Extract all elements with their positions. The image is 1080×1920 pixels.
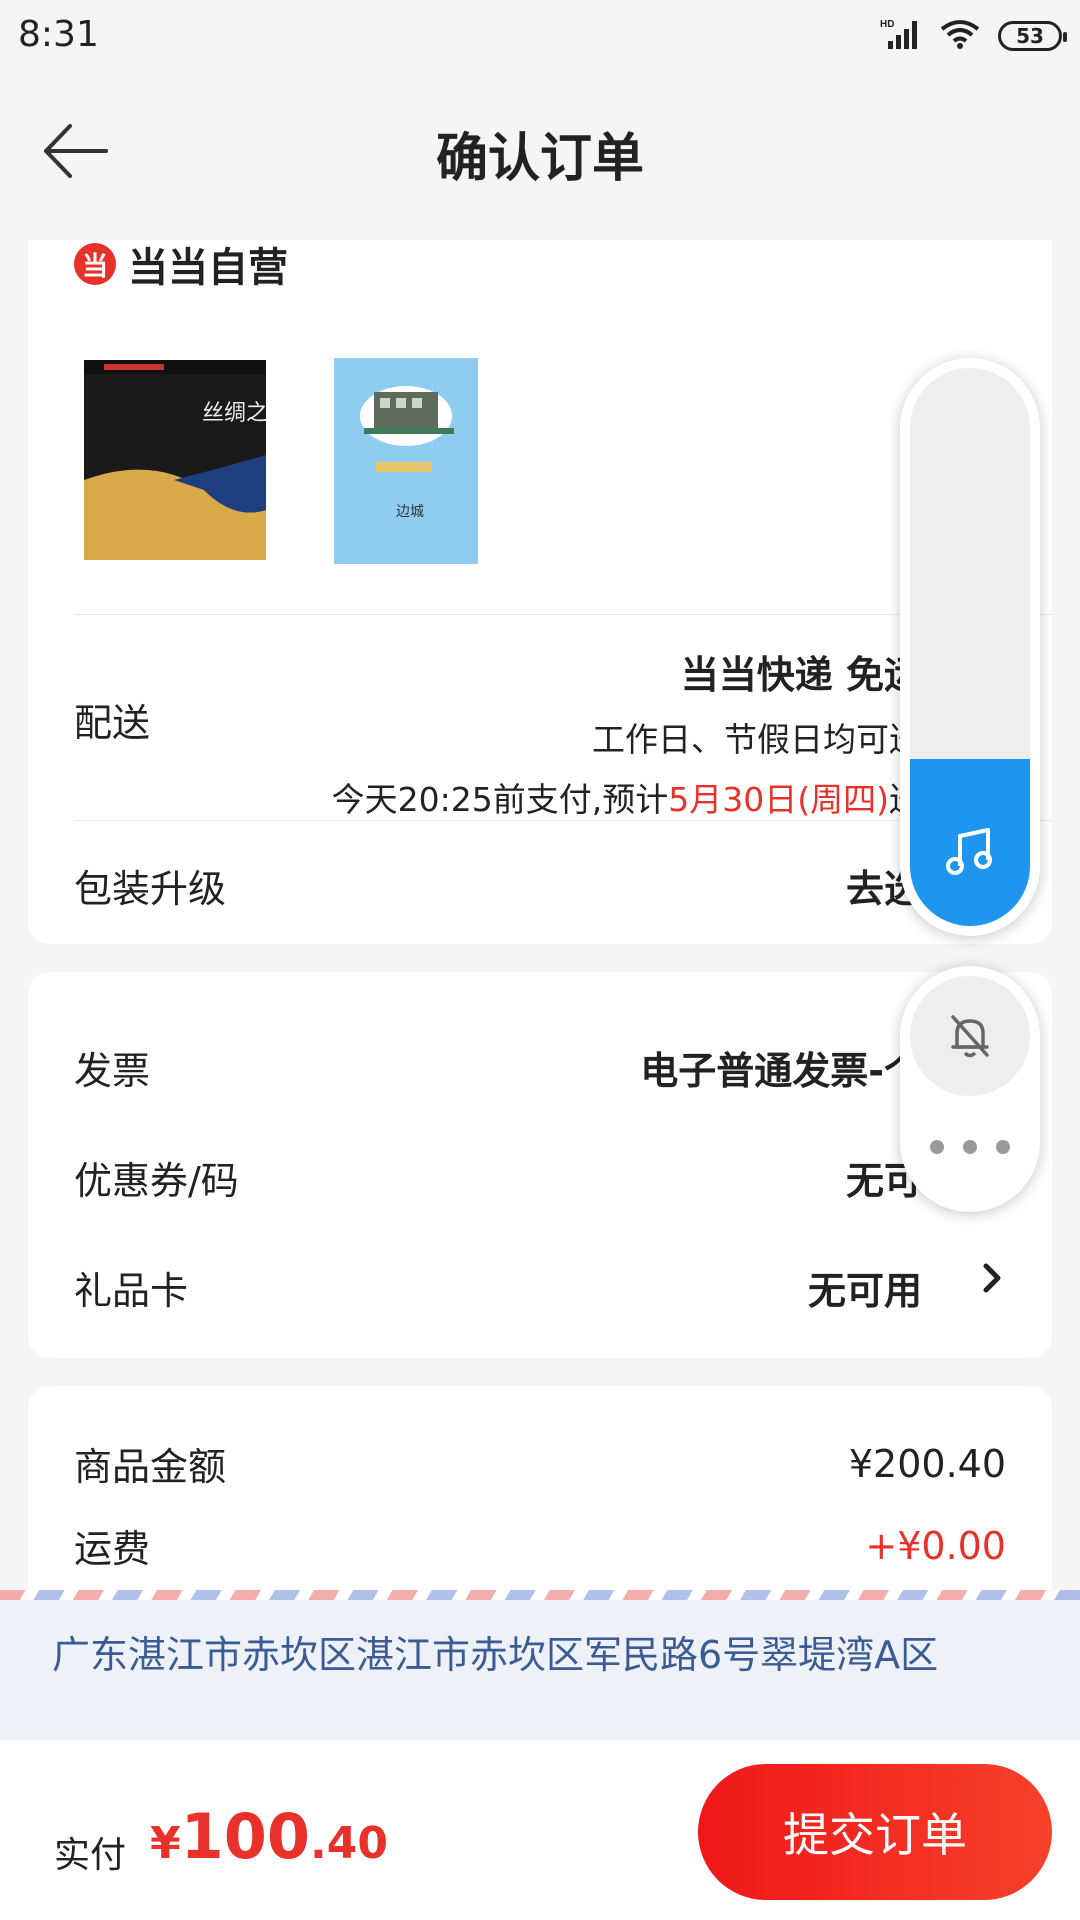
- shipping-value: +¥0.00: [865, 1523, 1006, 1568]
- delivery-method: 当当快递 免运: [680, 653, 922, 697]
- volume-slider[interactable]: [910, 368, 1030, 926]
- delivery-days: 工作日、节假日均可送: [592, 720, 922, 759]
- dot: [930, 1140, 944, 1154]
- coupon-label: 优惠券/码: [74, 1159, 239, 1203]
- submit-order-button[interactable]: 提交订单: [698, 1764, 1052, 1900]
- pay-label: 实付: [54, 1835, 127, 1876]
- status-time: 8:31: [18, 14, 99, 55]
- delivery-eta-prefix: 今天20:25前支付,预计: [331, 780, 669, 819]
- battery-level: 53: [1016, 24, 1044, 48]
- giftcard-value[interactable]: 无可用: [808, 1260, 922, 1315]
- book-cover-border-town: 边城: [334, 358, 478, 564]
- delivery-eta: 今天20:25前支付,预计5月30日(周四)送: [332, 773, 922, 821]
- book-cover-silk-road: 丝绸之路: [84, 360, 290, 560]
- packaging-label: 包装升级: [74, 867, 227, 911]
- order-card: 当 当当自营 丝绸之路 边城 配送 当当快递 免运 工作日、节假日均可送: [28, 240, 1052, 944]
- page-title: 确认订单: [435, 129, 644, 189]
- pay-amount-int: 100: [180, 1800, 311, 1873]
- product-thumbnail[interactable]: 丝绸之路: [84, 360, 290, 560]
- pay-amount-dec: .40: [310, 1818, 388, 1869]
- product-thumbnail[interactable]: 边城: [334, 358, 478, 564]
- pay-amount: ¥100.40: [150, 1800, 388, 1873]
- giftcard-label: 礼品卡: [74, 1269, 189, 1313]
- invoice-value[interactable]: 电子普通发票-个: [640, 1040, 922, 1095]
- volume-menu: [900, 966, 1040, 1212]
- delivery-info[interactable]: 当当快递 免运 工作日、节假日均可送 今天20:25前支付,预计5月30日(周四…: [332, 644, 922, 821]
- subtotal-value: ¥200.40: [848, 1441, 1006, 1486]
- book-title-text: 边城: [396, 504, 424, 520]
- dot: [996, 1140, 1010, 1154]
- options-card: 发票 电子普通发票-个 优惠券/码 无可 礼品卡 无可用: [28, 972, 1052, 1358]
- shipping-label: 运费: [74, 1527, 151, 1571]
- signal-icon: HD: [880, 17, 922, 55]
- volume-panel[interactable]: [900, 358, 1040, 936]
- mute-button[interactable]: [910, 976, 1030, 1096]
- checkout-bar: 实付 ¥100.40 提交订单: [0, 1740, 1080, 1920]
- more-options-icon[interactable]: [930, 1132, 1010, 1162]
- network-label: HD: [880, 19, 894, 30]
- header: 确认订单: [0, 72, 1080, 240]
- delivery-eta-date: 5月30日(周四): [668, 780, 889, 819]
- shop-header[interactable]: 当 当当自营: [74, 240, 288, 291]
- delivery-label: 配送: [74, 701, 151, 745]
- bell-off-icon: [951, 1015, 989, 1058]
- dangdang-logo-icon: 当: [74, 243, 116, 285]
- price-card: 商品金额 ¥200.40 运费 +¥0.00: [28, 1386, 1052, 1606]
- wifi-icon: [940, 18, 980, 54]
- status-bar: 8:31 HD 53: [0, 0, 1080, 72]
- chevron-right-icon[interactable]: [978, 1258, 1006, 1308]
- status-icons: HD 53: [880, 16, 1067, 56]
- subtotal-row: 商品金额 ¥200.40: [74, 1436, 1006, 1491]
- book-title-text: 丝绸之路: [202, 401, 266, 426]
- subtotal-label: 商品金额: [74, 1445, 227, 1489]
- invoice-label: 发票: [74, 1049, 151, 1093]
- music-note-icon: [944, 826, 996, 878]
- shop-name: 当当自营: [128, 245, 288, 291]
- shipping-row: 运费 +¥0.00: [74, 1518, 1006, 1573]
- pay-currency: ¥: [150, 1818, 181, 1869]
- address-text: 广东湛江市赤坎区湛江市赤坎区军民路6号翠堤湾A区: [52, 1633, 939, 1677]
- dot: [963, 1140, 977, 1154]
- address-bar[interactable]: 广东湛江市赤坎区湛江市赤坎区军民路6号翠堤湾A区: [0, 1600, 1080, 1740]
- battery-icon: 53: [998, 21, 1067, 51]
